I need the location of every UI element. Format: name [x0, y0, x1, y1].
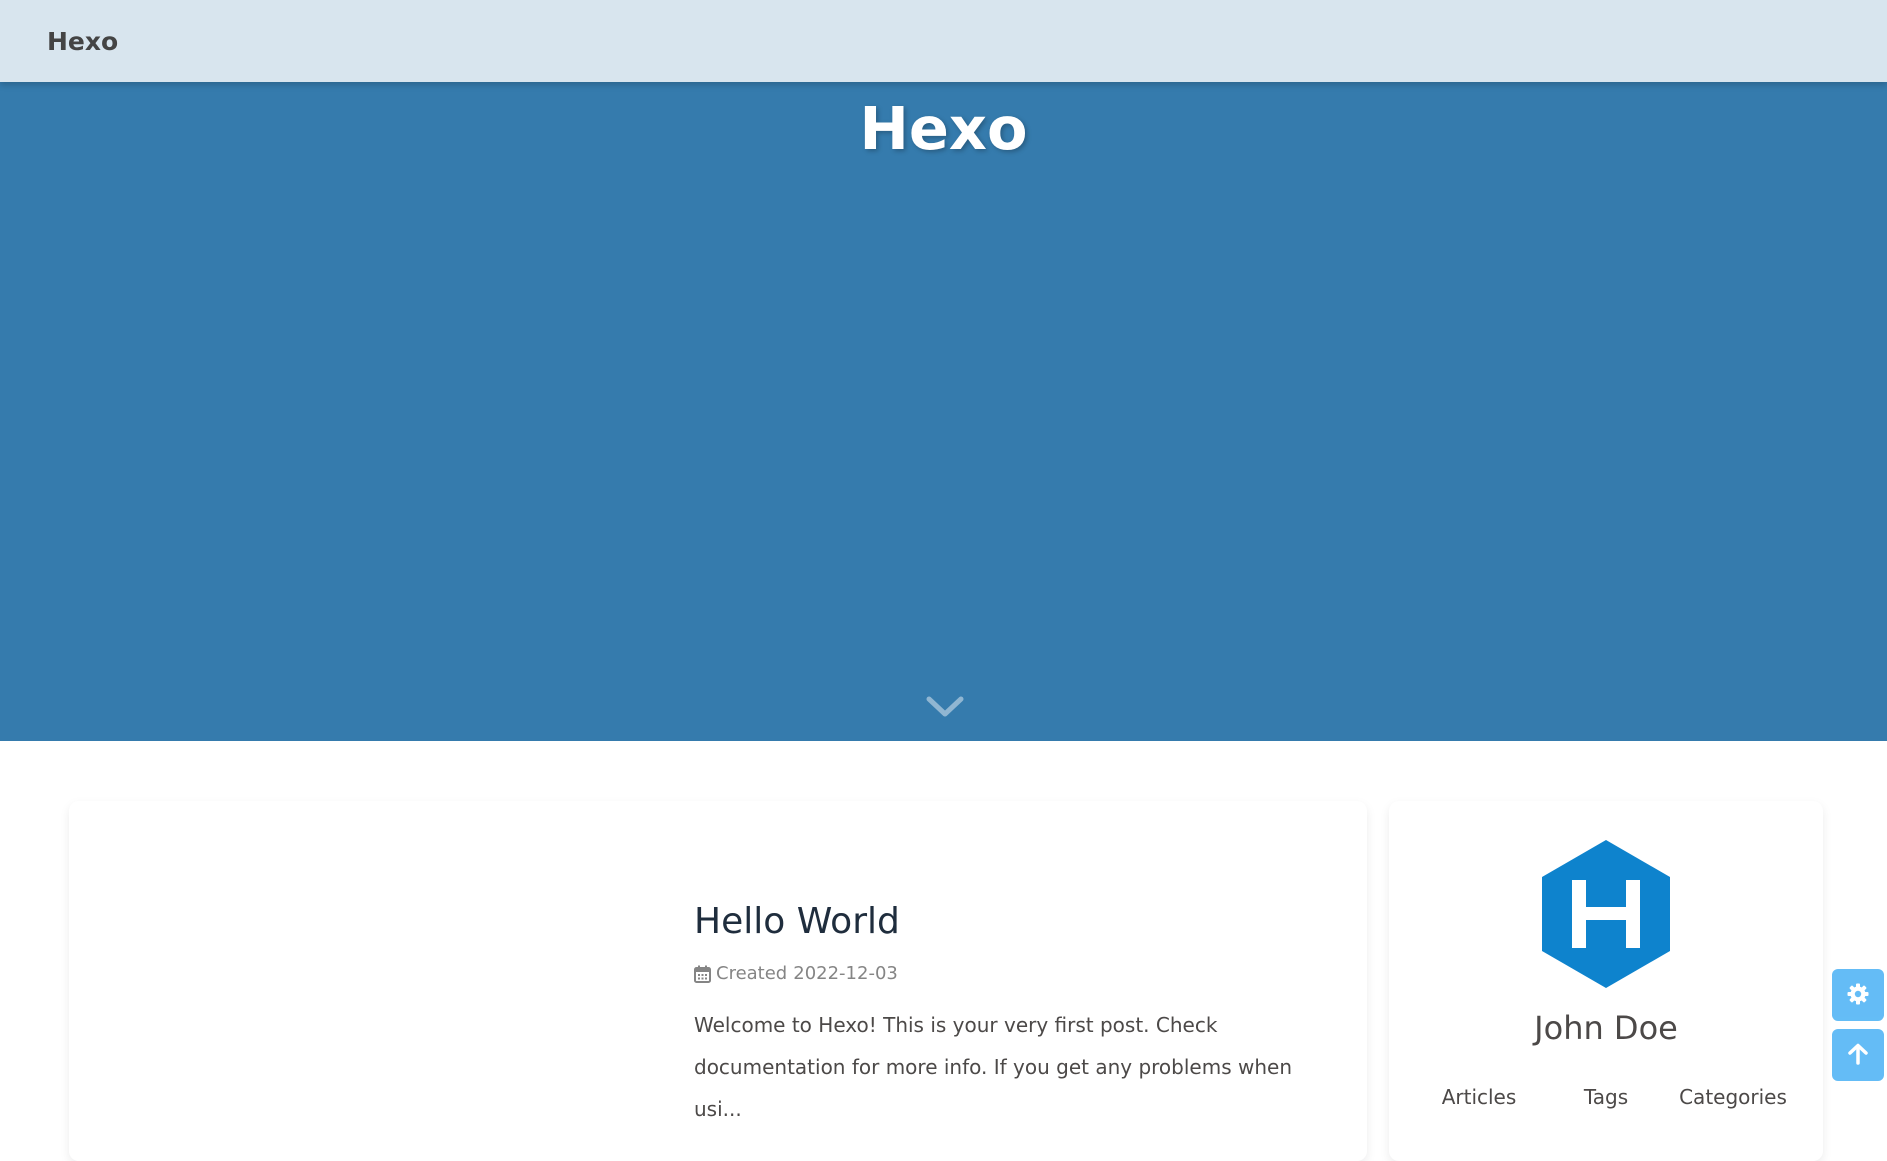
author-name: John Doe [1534, 1009, 1678, 1047]
author-card: John Doe Articles Tags Categories [1389, 801, 1823, 1161]
post-excerpt: Welcome to Hexo! This is your very first… [694, 1013, 1292, 1121]
site-name-link[interactable]: Hexo [47, 27, 118, 56]
gear-icon [1846, 982, 1870, 1009]
post-card[interactable]: Hello World Created 2022-12-03 Welcome t… [69, 801, 1367, 1161]
post-date: 2022-12-03 [793, 963, 898, 984]
stat-tags-link[interactable]: Tags [1546, 1085, 1666, 1109]
author-stats: Articles Tags Categories [1419, 1085, 1793, 1109]
arrow-up-icon [1846, 1042, 1870, 1069]
hero-title: Hexo [859, 94, 1028, 163]
post-title-link[interactable]: Hello World [694, 901, 900, 942]
stat-articles-link[interactable]: Articles [1419, 1085, 1539, 1109]
stat-categories-link[interactable]: Categories [1673, 1085, 1793, 1109]
hero-header: Hexo [0, 82, 1887, 741]
calendar-icon [694, 965, 711, 983]
back-to-top-button[interactable] [1832, 1029, 1884, 1081]
post-meta: Created 2022-12-03 [694, 963, 898, 984]
navbar: Hexo [0, 0, 1887, 82]
chevron-down-icon[interactable] [925, 693, 965, 721]
post-meta-label: Created [716, 963, 788, 984]
hexo-logo-icon[interactable] [1540, 838, 1672, 990]
settings-button[interactable] [1832, 969, 1884, 1021]
post-cover[interactable] [69, 801, 669, 1161]
